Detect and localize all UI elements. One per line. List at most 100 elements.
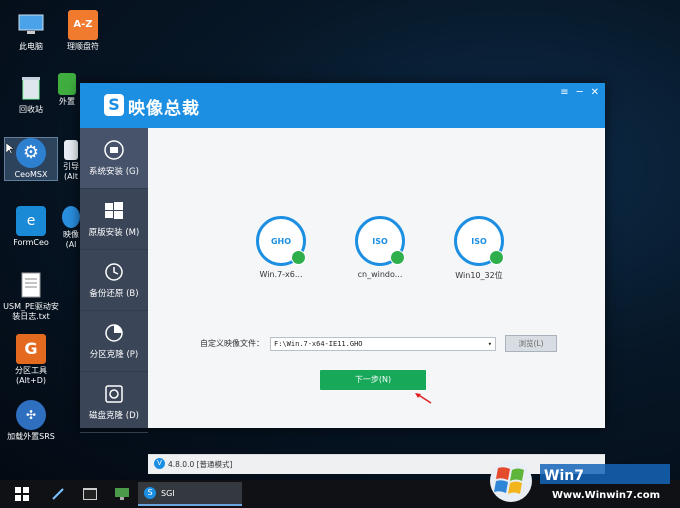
desktop-icon-this-pc[interactable]: 此电脑 <box>1 10 61 52</box>
version-logo-icon: V <box>154 458 165 469</box>
sidebar-item-partition-clone[interactable]: 分区克隆 (P) <box>80 311 148 372</box>
partition-tool-icon: G <box>16 334 46 364</box>
desktop-icon-label: 外置 <box>59 97 75 106</box>
next-button[interactable]: 下一步(N) <box>320 370 426 390</box>
iso-disc-icon: ISO <box>454 216 504 266</box>
sidebar-item-label: 分区克隆 (P) <box>89 350 139 360</box>
desktop-icon-label: 分区工具(Alt+D) <box>15 366 47 385</box>
svg-text:Win7: Win7 <box>544 468 584 484</box>
taskbar-app-1[interactable] <box>48 484 68 504</box>
desktop-icon-label: USM_PE驱动安装日志.txt <box>3 302 59 321</box>
close-button[interactable]: ✕ <box>591 87 599 98</box>
iso-disc-icon: ISO <box>355 216 405 266</box>
sidebar-item-label: 磁盘克隆 (D) <box>89 411 139 421</box>
sidebar-item-system-install[interactable]: 系统安装 (G) <box>80 128 148 189</box>
image-type-badge: ISO <box>372 236 388 246</box>
disk-clone-icon <box>103 383 125 405</box>
app-logo-icon: S <box>104 94 124 116</box>
desktop-icon-usm-log[interactable]: USM_PE驱动安装日志.txt <box>1 270 61 322</box>
formceo-icon: e <box>16 206 46 236</box>
gear-icon: ⚙ <box>16 138 46 168</box>
desktop-icon-label: 回收站 <box>19 105 43 114</box>
sidebar: 系统安装 (G) 原版安装 (M) 备份还原 (B) 分区克隆 (P) 磁盘克隆… <box>80 128 148 433</box>
custom-image-value: F:\Win.7-x64-IE11.GHO <box>274 339 363 348</box>
browse-button[interactable]: 浏览(L) <box>505 335 557 352</box>
desktop-icon-label: 引导 <box>63 162 79 171</box>
image-file-iso-2[interactable]: ISO Win10_32位 <box>444 216 514 281</box>
taskbar-item-label: SGI <box>161 488 175 498</box>
usb-badge-icon <box>291 250 306 265</box>
desktop-icon-srs[interactable]: ✣ 加载外置SRS <box>1 400 61 442</box>
system-install-icon <box>103 139 125 161</box>
title-bar: S 映像总裁 ≡ ─ ✕ <box>80 83 605 128</box>
desktop-icon-label: 映像 <box>63 230 79 239</box>
az-icon: A-Z <box>68 10 98 40</box>
sidebar-item-backup-restore[interactable]: 备份还原 (B) <box>80 250 148 311</box>
win7-logo-icon <box>490 460 532 502</box>
window-controls: ≡ ─ ✕ <box>560 87 599 98</box>
image-file-gho[interactable]: GHO Win.7-x6... <box>246 216 316 279</box>
desktop-icon-label: (Al <box>65 240 77 249</box>
terminal-icon <box>83 488 97 500</box>
desktop-icon-boot[interactable]: 引导 (Alt <box>62 140 80 182</box>
custom-image-row: 自定义映像文件： F:\Win.7-x64-IE11.GHO ▾ 浏览(L) <box>200 335 557 352</box>
chevron-down-icon: ▾ <box>487 339 492 348</box>
desktop-icon-recycle-bin[interactable]: 回收站 <box>1 73 61 115</box>
image-type-badge: GHO <box>270 236 292 246</box>
srs-icon: ✣ <box>16 400 46 430</box>
main-panel: GHO Win.7-x6... ISO cn_windo... ISO Win1… <box>148 128 605 474</box>
desktop-icon-label: 理顺盘符 <box>67 42 99 51</box>
recycle-bin-icon <box>16 73 46 103</box>
sidebar-item-disk-clone[interactable]: 磁盘克隆 (D) <box>80 372 148 433</box>
text-file-icon <box>16 270 46 300</box>
image-icon <box>62 206 80 228</box>
mouse-cursor-icon <box>6 143 14 155</box>
image-file-iso-1[interactable]: ISO cn_windo... <box>345 216 415 279</box>
desktop-icon-image[interactable]: 映像 (Al <box>62 206 80 250</box>
desktop-icon-external[interactable]: 外置 <box>53 73 81 107</box>
minimize-button[interactable]: ─ <box>577 87 583 98</box>
desktop-icon-label: 加载外置SRS <box>7 432 55 441</box>
version-text: 4.8.0.0 [普通模式] <box>168 460 233 469</box>
usb-badge-icon <box>390 250 405 265</box>
sidebar-item-original-install[interactable]: 原版安装 (M) <box>80 189 148 250</box>
menu-button[interactable]: ≡ <box>560 87 568 98</box>
sidebar-item-label: 备份还原 (B) <box>89 289 139 299</box>
red-arrow-annotation-icon <box>415 393 432 404</box>
image-file-label: Win.7-x6... <box>259 270 303 279</box>
windows-logo-icon <box>103 200 125 222</box>
image-type-badge: ISO <box>471 236 487 246</box>
usb-badge-icon <box>489 250 504 265</box>
network-icon <box>115 488 129 500</box>
green-app-icon <box>58 73 76 95</box>
watermark-site: Www.Winwin7.com <box>552 490 661 501</box>
gho-disc-icon: GHO <box>256 216 306 266</box>
app-title: 映像总裁 <box>128 99 200 119</box>
desktop-icon-partition-tool[interactable]: G 分区工具(Alt+D) <box>1 334 61 386</box>
windows-logo-icon <box>15 487 29 501</box>
custom-image-select[interactable]: F:\Win.7-x64-IE11.GHO ▾ <box>270 336 496 351</box>
desktop-icon-az[interactable]: A-Z 理顺盘符 <box>53 10 113 52</box>
start-button[interactable] <box>12 484 32 504</box>
desktop-icon-label: FormCeo <box>13 238 49 247</box>
computer-icon <box>16 10 46 40</box>
pie-partition-icon <box>103 322 125 344</box>
image-file-label: Win10_32位 <box>455 271 503 280</box>
desktop-icon-label: CeoMSX <box>14 170 48 179</box>
clock-restore-icon <box>103 261 125 283</box>
desktop-icon-label: (Alt <box>64 172 78 181</box>
app-logo-icon: S <box>144 487 156 499</box>
taskbar-active-item[interactable]: S SGI <box>138 482 242 506</box>
doc-icon <box>64 140 78 160</box>
win7-wordmark-icon: Win7 <box>540 464 670 484</box>
taskbar-app-3[interactable] <box>112 484 132 504</box>
image-file-label: cn_windo... <box>357 270 403 279</box>
sidebar-item-label: 原版安装 (M) <box>88 228 140 238</box>
tool-icon <box>52 488 64 500</box>
desktop-icon-label: 此电脑 <box>19 42 43 51</box>
watermark: Win7 Www.Winwin7.com <box>480 452 680 508</box>
app-window: S 映像总裁 ≡ ─ ✕ 系统安装 (G) 原版安装 (M) 备份还原 (B) <box>80 83 605 474</box>
desktop-icon-formceo[interactable]: e FormCeo <box>1 206 61 248</box>
taskbar-app-2[interactable] <box>80 484 100 504</box>
custom-image-label: 自定义映像文件： <box>200 339 264 348</box>
